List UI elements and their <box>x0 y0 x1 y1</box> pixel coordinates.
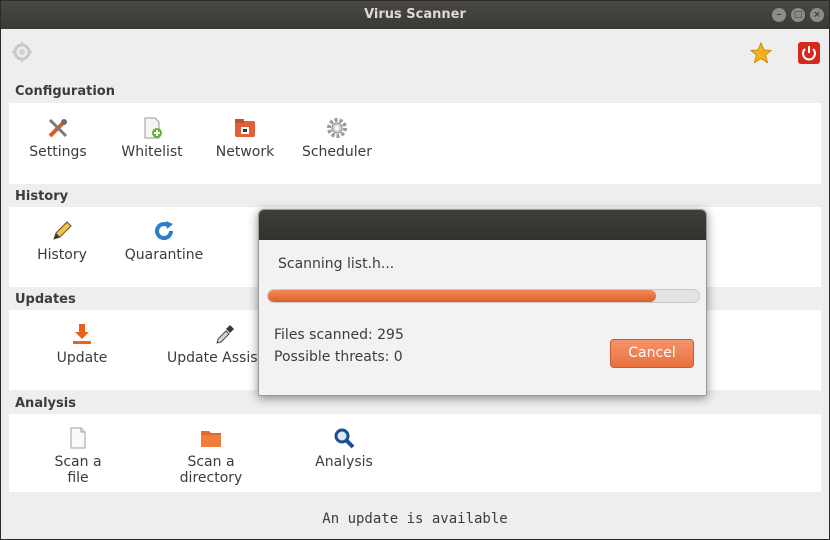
history-button[interactable]: History <box>33 219 91 263</box>
title-bar: Virus Scanner – □ × <box>1 1 829 29</box>
update-button[interactable]: Update <box>53 322 111 366</box>
scanning-message: Scanning list.h... <box>278 256 395 272</box>
update-assistant-label: Update Assistant <box>167 350 263 366</box>
section-title-updates: Updates <box>15 292 76 307</box>
section-title-history: History <box>15 189 69 204</box>
gear-icon <box>325 116 349 140</box>
document-add-icon <box>140 116 164 140</box>
section-title-analysis: Analysis <box>15 396 76 411</box>
app-window: Virus Scanner – □ × Configuration Settin… <box>0 0 830 540</box>
quarantine-button[interactable]: Quarantine <box>124 219 204 263</box>
download-icon <box>70 322 94 346</box>
power-icon[interactable] <box>797 41 821 69</box>
scan-directory-button[interactable]: Scan a directory <box>155 426 267 486</box>
scan-file-label: Scan a file <box>54 454 102 486</box>
possible-threats-text: Possible threats: 0 <box>274 349 403 365</box>
toolbar <box>1 29 829 79</box>
section-title-configuration: Configuration <box>15 84 115 99</box>
maximize-button[interactable]: □ <box>791 8 805 22</box>
dialog-header <box>259 210 706 240</box>
network-button[interactable]: Network <box>214 116 276 160</box>
settings-label: Settings <box>29 144 87 160</box>
pencil-icon <box>50 219 74 243</box>
close-button[interactable]: × <box>810 8 824 22</box>
status-message: An update is available <box>9 493 821 537</box>
folder-icon <box>199 426 223 450</box>
settings-button[interactable]: Settings <box>29 116 87 160</box>
network-label: Network <box>215 144 275 160</box>
tools-icon <box>46 116 70 140</box>
analysis-button[interactable]: Analysis <box>313 426 375 470</box>
scan-directory-label: Scan a directory <box>179 454 243 486</box>
whitelist-label: Whitelist <box>121 144 183 160</box>
magnifier-icon <box>332 426 356 450</box>
scan-file-button[interactable]: Scan a file <box>43 426 113 486</box>
update-assistant-button[interactable]: Update Assistant <box>167 322 263 366</box>
whitelist-button[interactable]: Whitelist <box>119 116 185 160</box>
file-icon <box>66 426 90 450</box>
scan-progress-bar <box>267 289 700 303</box>
app-logo-icon <box>11 41 33 67</box>
scan-progress-fill <box>268 290 656 302</box>
minimize-button[interactable]: – <box>772 8 786 22</box>
scheduler-button[interactable]: Scheduler <box>301 116 373 160</box>
analysis-panel: Scan a file Scan a directory Analysis <box>9 414 821 492</box>
scan-progress-dialog: Scanning list.h... Files scanned: 295 Po… <box>258 209 707 396</box>
refresh-icon <box>152 219 176 243</box>
update-label: Update <box>56 350 108 366</box>
scheduler-label: Scheduler <box>301 144 373 160</box>
window-title: Virus Scanner <box>364 7 466 22</box>
star-icon[interactable] <box>749 41 773 69</box>
cancel-button[interactable]: Cancel <box>610 339 694 368</box>
dropper-icon <box>213 322 237 346</box>
history-label: History <box>37 247 87 263</box>
quarantine-label: Quarantine <box>124 247 204 263</box>
network-icon <box>233 116 257 140</box>
analysis-label: Analysis <box>315 454 373 470</box>
configuration-panel: Settings Whitelist Network Scheduler <box>9 103 821 184</box>
files-scanned-text: Files scanned: 295 <box>274 327 404 343</box>
